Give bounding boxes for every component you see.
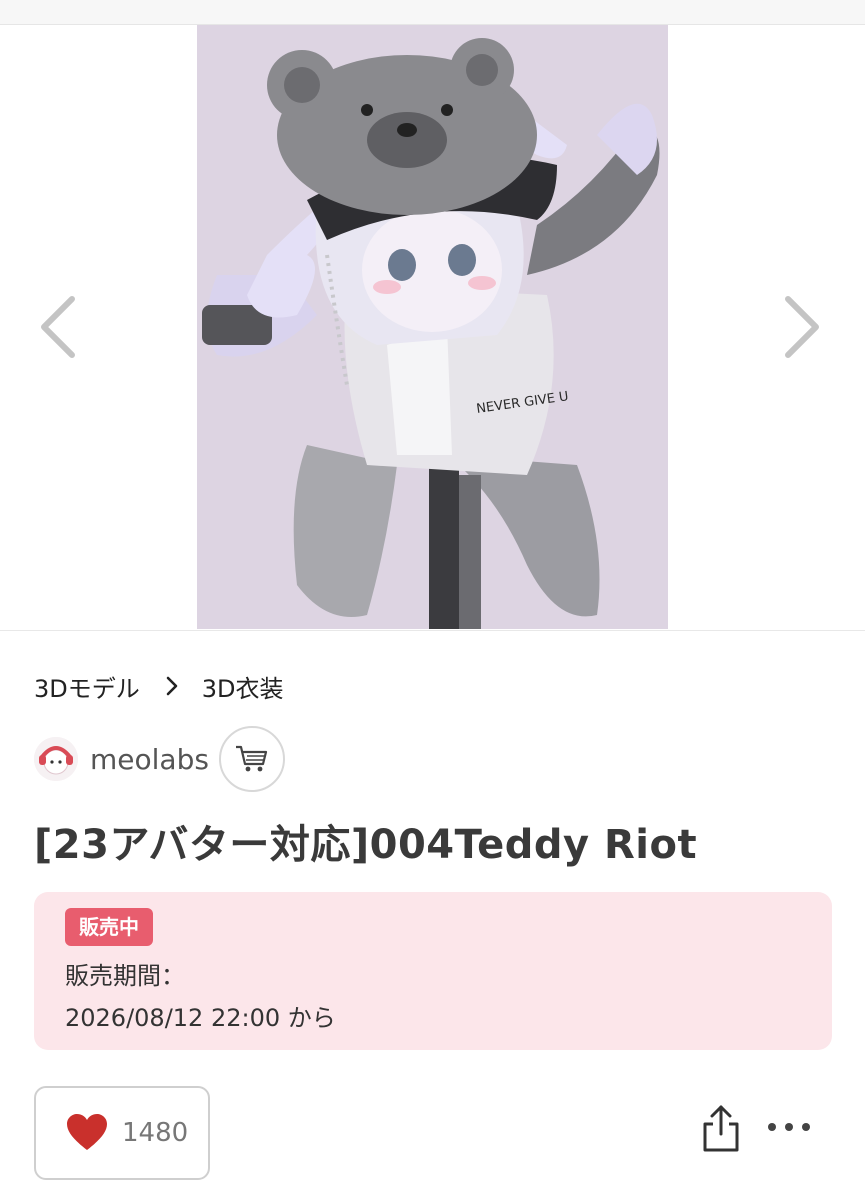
chevron-left-icon: [41, 296, 75, 358]
sale-period-label: 販売期間：: [65, 962, 185, 990]
shopping-cart-icon: [235, 745, 268, 772]
breadcrumb-item-3d-outfit[interactable]: 3D衣装: [202, 669, 284, 704]
sale-status-panel: 販売中 販売期間： 2026/08/12 22:00 から: [34, 892, 832, 1050]
share-icon: [703, 1105, 739, 1152]
breadcrumb: 3Dモデル 3D衣装: [34, 668, 284, 704]
more-options-button[interactable]: [768, 1112, 810, 1142]
chevron-right-icon: [785, 296, 819, 358]
shop-cart-button[interactable]: [218, 726, 285, 792]
chevron-right-icon: [166, 676, 178, 696]
gallery-prev-button[interactable]: [34, 293, 82, 361]
like-button[interactable]: 1480: [34, 1086, 210, 1180]
status-bar: [0, 0, 865, 25]
more-horizontal-icon-dot: [802, 1123, 810, 1131]
shop-info: meolabs: [34, 724, 285, 794]
status-badge: 販売中: [65, 908, 153, 946]
product-title: [23アバター対応]004Teddy Riot: [34, 822, 698, 868]
image-gallery[interactable]: NEVER GIVE U: [0, 25, 865, 631]
breadcrumb-item-3d-model[interactable]: 3Dモデル: [34, 669, 140, 704]
more-horizontal-icon-dot: [768, 1123, 776, 1131]
sale-period-value: 2026/08/12 22:00 から: [65, 1004, 336, 1032]
like-count: 1480: [122, 1118, 189, 1148]
heart-icon: [67, 1114, 107, 1150]
shop-name[interactable]: meolabs: [90, 743, 209, 776]
product-image[interactable]: NEVER GIVE U: [197, 25, 668, 629]
shop-avatar-image: [34, 737, 78, 781]
gallery-next-button[interactable]: [778, 293, 826, 361]
avatar[interactable]: [34, 737, 78, 781]
more-horizontal-icon-dot: [785, 1123, 793, 1131]
share-button[interactable]: [700, 1104, 742, 1154]
